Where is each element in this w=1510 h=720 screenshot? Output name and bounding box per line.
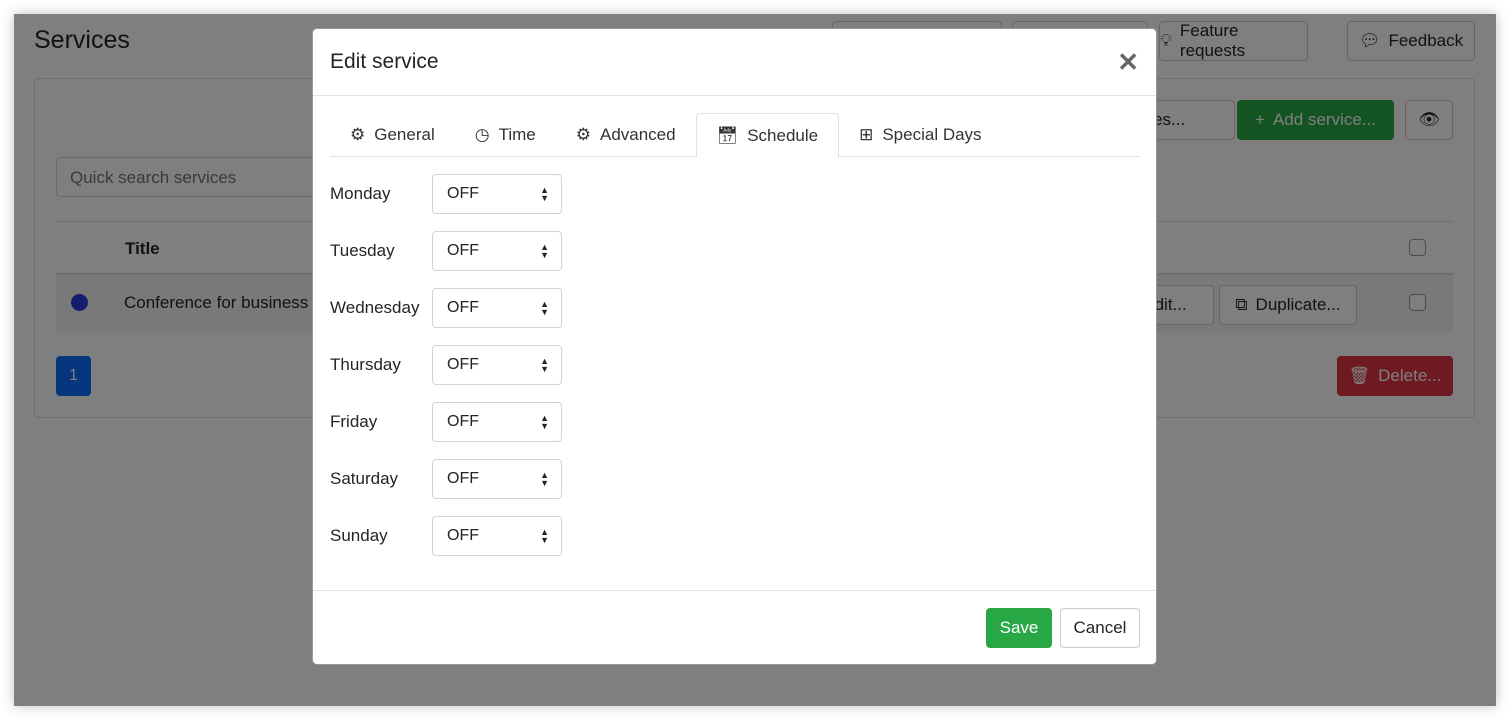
schedule-row-monday: Monday OFF ▲ ▼	[330, 174, 562, 214]
select-value: OFF	[447, 299, 479, 316]
tab-time[interactable]: ◷ Time	[455, 113, 556, 157]
select-arrows-icon: ▲ ▼	[540, 242, 549, 260]
select-value: OFF	[447, 470, 479, 487]
day-schedule-select[interactable]: OFF ▲ ▼	[432, 459, 562, 499]
tab-advanced[interactable]: ⚙ Advanced	[556, 113, 696, 157]
schedule-row-saturday: Saturday OFF ▲ ▼	[330, 459, 562, 499]
day-label: Wednesday	[330, 298, 420, 317]
day-label: Thursday	[330, 355, 401, 374]
cancel-button[interactable]: Cancel	[1060, 608, 1140, 648]
day-schedule-select[interactable]: OFF ▲ ▼	[432, 345, 562, 385]
modal-footer: Save Cancel	[313, 590, 1156, 648]
day-schedule-select[interactable]: OFF ▲ ▼	[432, 174, 562, 214]
schedule-row-tuesday: Tuesday OFF ▲ ▼	[330, 231, 562, 271]
tab-label: General	[374, 125, 435, 144]
schedule-row-friday: Friday OFF ▲ ▼	[330, 402, 562, 442]
day-label: Saturday	[330, 469, 399, 488]
select-value: OFF	[447, 242, 479, 259]
tab-special-days[interactable]: ⊞ Special Days	[839, 113, 1001, 157]
tab-general[interactable]: ⚙ General	[330, 113, 455, 157]
select-arrows-icon: ▲ ▼	[540, 413, 549, 431]
select-value: OFF	[447, 413, 479, 430]
clock-icon: ◷	[474, 125, 490, 144]
schedule-row-wednesday: Wednesday OFF ▲ ▼	[330, 288, 562, 328]
select-value: OFF	[447, 527, 479, 544]
tab-label: Special Days	[882, 125, 982, 144]
day-schedule-select[interactable]: OFF ▲ ▼	[432, 402, 562, 442]
tab-schedule[interactable]: 📅︎ Schedule	[695, 113, 840, 158]
select-arrows-icon: ▲ ▼	[540, 470, 549, 488]
select-arrows-icon: ▲ ▼	[540, 356, 549, 374]
gears-icon: ⚙	[575, 125, 591, 144]
day-label: Sunday	[330, 526, 388, 545]
day-label: Friday	[330, 412, 378, 431]
save-button[interactable]: Save	[986, 608, 1052, 648]
calendar-plus-icon: ⊞	[859, 125, 874, 144]
tab-label: Advanced	[599, 125, 676, 144]
calendar-icon: 📅︎	[716, 125, 739, 145]
day-schedule-select[interactable]: OFF ▲ ▼	[432, 231, 562, 271]
schedule-row-thursday: Thursday OFF ▲ ▼	[330, 345, 562, 385]
day-schedule-select[interactable]: OFF ▲ ▼	[432, 288, 562, 328]
close-icon[interactable]: ✕	[1117, 47, 1139, 78]
gear-icon: ⚙	[350, 125, 366, 144]
day-label: Monday	[330, 184, 391, 203]
modal-tabs: ⚙ General ◷ Time ⚙ Advanced 📅︎ Schedule ⊞ Spe…	[330, 113, 1140, 158]
modal-title: Edit service	[330, 50, 439, 73]
tab-label: Time	[498, 125, 536, 144]
app-window: Services 💡︎Feature requests 💬︎Feedback g…	[14, 14, 1496, 706]
day-schedule-select[interactable]: OFF ▲ ▼	[432, 516, 562, 556]
edit-service-modal: Edit service ✕ ⚙ General ◷ Time ⚙ Advanced 📅…	[312, 28, 1157, 665]
select-value: OFF	[447, 356, 479, 373]
select-arrows-icon: ▲ ▼	[540, 527, 549, 545]
select-arrows-icon: ▲ ▼	[540, 299, 549, 317]
day-label: Tuesday	[330, 241, 395, 260]
tab-label: Schedule	[747, 125, 819, 145]
schedule-row-sunday: Sunday OFF ▲ ▼	[330, 516, 562, 556]
select-arrows-icon: ▲ ▼	[540, 185, 549, 203]
select-value: OFF	[447, 185, 479, 202]
